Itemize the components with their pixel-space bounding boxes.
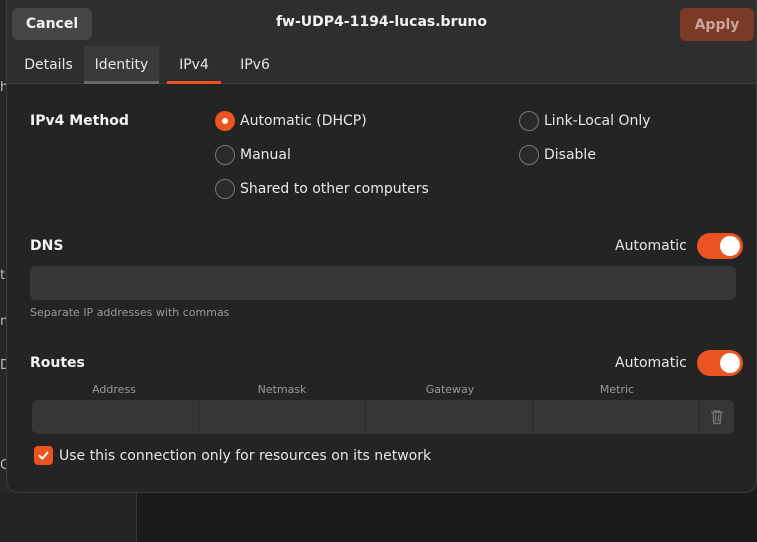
radio-button[interactable] [215,145,235,165]
routes-automatic-label: Automatic [615,355,687,371]
radio-label: Link-Local Only [544,113,651,129]
routes-automatic-switch[interactable] [696,350,743,376]
dns-hint: Separate IP addresses with commas [30,306,230,319]
only-local-resources-checkbox[interactable] [34,446,53,465]
tab-bar: Details Identity IPv4 IPv6 [13,46,289,84]
routes-column-gateway: Gateway [425,383,475,396]
switch-knob [719,236,740,256]
tab-details[interactable]: Details [13,46,84,84]
routes-column-metric: Metric [599,383,635,396]
dns-automatic-label: Automatic [615,238,687,254]
routes-column-address: Address [92,383,136,396]
ipv4-page: IPv4 Method Automatic (DHCP) Link-Local … [7,84,756,492]
switch-knob [719,353,740,373]
dialog-header: Cancel fw-UDP4-1194-lucas.bruno Apply De… [7,0,756,84]
dns-automatic-switch[interactable] [696,233,743,259]
routes-row [32,400,734,434]
radio-link-local-only[interactable]: Link-Local Only [519,111,651,131]
radio-automatic-dhcp[interactable]: Automatic (DHCP) [215,111,367,131]
routes-label: Routes [30,355,85,371]
tab-ipv4[interactable]: IPv4 [167,46,221,84]
radio-button[interactable] [215,111,235,131]
routes-column-netmask: Netmask [257,383,307,396]
radio-button[interactable] [519,111,539,131]
only-local-resources-option[interactable]: Use this connection only for resources o… [34,446,431,465]
radio-disable[interactable]: Disable [519,145,596,165]
trash-icon [710,410,724,425]
connection-dialog: Cancel fw-UDP4-1194-lucas.bruno Apply De… [6,0,757,493]
route-delete-button[interactable] [700,400,734,434]
only-local-resources-label: Use this connection only for resources o… [59,447,432,464]
checkmark-icon [38,451,49,460]
background-sidebar-bottom [0,492,137,542]
radio-shared[interactable]: Shared to other computers [215,179,429,199]
radio-manual[interactable]: Manual [215,145,291,165]
ipv4-method-label: IPv4 Method [30,113,129,129]
route-address-input[interactable] [32,400,199,434]
route-netmask-input[interactable] [199,400,366,434]
radio-button[interactable] [519,145,539,165]
routes-automatic-row: Automatic [615,350,743,376]
dns-input[interactable] [30,266,736,300]
radio-label: Manual [240,147,291,163]
route-gateway-input[interactable] [366,400,533,434]
apply-button[interactable]: Apply [680,8,754,41]
dialog-title: fw-UDP4-1194-lucas.bruno [275,14,488,30]
radio-label: Disable [544,147,596,163]
tab-spacer [159,46,167,84]
tab-identity[interactable]: Identity [84,46,159,84]
radio-button[interactable] [215,179,235,199]
radio-label: Automatic (DHCP) [240,113,367,129]
route-metric-input[interactable] [533,400,700,434]
tab-ipv6[interactable]: IPv6 [221,46,289,84]
dns-label: DNS [30,238,64,254]
radio-label: Shared to other computers [240,181,429,197]
dns-automatic-row: Automatic [615,233,743,259]
